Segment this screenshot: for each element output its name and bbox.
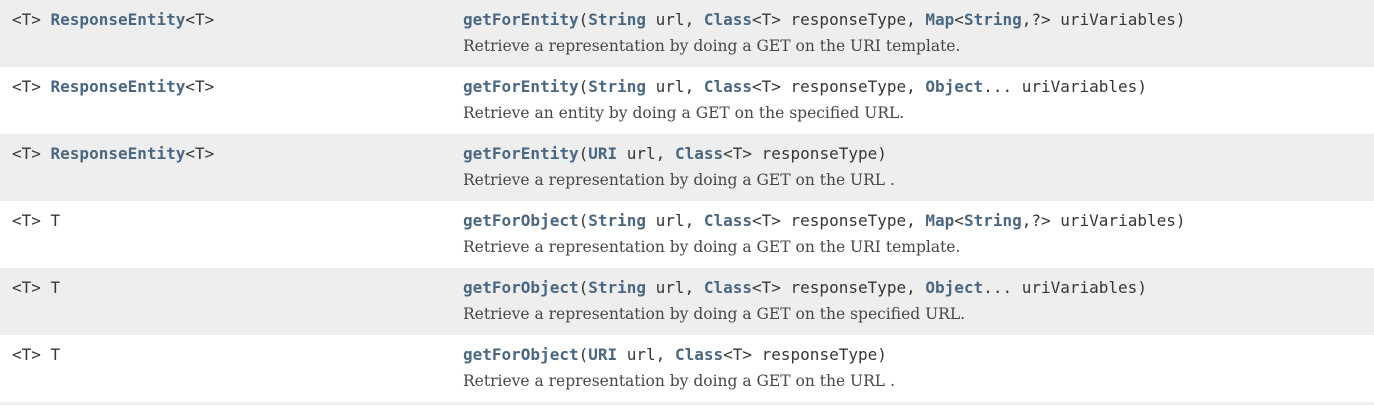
table-row: <T> ResponseEntity<T> getForEntity(String… — [0, 67, 1374, 134]
return-type-cell: <T> T — [0, 201, 463, 268]
method-name-link[interactable]: getForObject — [463, 278, 579, 297]
param-type-link[interactable]: Object — [925, 77, 983, 96]
param-type-link[interactable]: String — [588, 77, 646, 96]
return-type-prefix: <T> T — [12, 278, 61, 297]
return-type-cell: <T> ResponseEntity<T> — [0, 0, 463, 67]
method-description: Retrieve an entity by doing a GET on the… — [463, 104, 905, 122]
method-signature: getForObject(URI url, Class<T> responseT… — [463, 345, 1374, 365]
signature-text: url, — [646, 10, 704, 29]
method-cell: getForObject(String url, Class<T> respon… — [463, 201, 1374, 268]
param-type-link[interactable]: String — [964, 211, 1022, 230]
return-type-cell: <T> T — [0, 335, 463, 402]
param-type-link[interactable]: Map — [925, 10, 954, 29]
param-type-link[interactable]: String — [588, 10, 646, 29]
method-cell: getForEntity(String url, Class<T> respon… — [463, 67, 1374, 134]
signature-text: url, — [617, 345, 675, 364]
method-name-link[interactable]: getForObject — [463, 211, 579, 230]
param-type-link[interactable]: String — [588, 211, 646, 230]
signature-text: ,?> uriVariables) — [1021, 211, 1186, 230]
param-type-link[interactable]: Class — [704, 278, 752, 297]
method-name-link[interactable]: getForEntity — [463, 10, 579, 29]
signature-text: <T> responseType, — [752, 278, 926, 297]
return-type-prefix: <T> — [12, 77, 51, 96]
signature-text: ( — [578, 211, 589, 230]
signature-text: ( — [578, 144, 589, 163]
table-row: <T> T getForObject(String url, Class<T> r… — [0, 268, 1374, 335]
return-type-link[interactable]: ResponseEntity — [51, 77, 186, 96]
method-description: Retrieve a representation by doing a GET… — [463, 37, 961, 55]
return-type-prefix: <T> T — [12, 211, 61, 230]
param-type-link[interactable]: Class — [704, 10, 752, 29]
method-cell: getForEntity(String url, Class<T> respon… — [463, 0, 1374, 67]
param-type-link[interactable]: Class — [675, 345, 723, 364]
method-signature: getForEntity(URI url, Class<T> responseT… — [463, 144, 1374, 164]
method-cell: getForObject(URI url, Class<T> responseT… — [463, 335, 1374, 402]
param-type-link[interactable]: String — [964, 10, 1022, 29]
return-type-cell: <T> T — [0, 268, 463, 335]
param-type-link[interactable]: Object — [925, 278, 983, 297]
method-signature: getForEntity(String url, Class<T> respon… — [463, 10, 1374, 30]
param-type-link[interactable]: URI — [588, 345, 617, 364]
signature-text: <T> responseType, — [752, 10, 926, 29]
table-row: <T> ResponseEntity<T> getForEntity(URI ur… — [0, 134, 1374, 201]
signature-text: url, — [646, 211, 704, 230]
return-type-cell: <T> ResponseEntity<T> — [0, 67, 463, 134]
method-description: Retrieve a representation by doing a GET… — [463, 238, 961, 256]
return-type-prefix: <T> — [12, 10, 51, 29]
signature-text: <T> responseType) — [723, 144, 887, 163]
method-cell: getForEntity(URI url, Class<T> responseT… — [463, 134, 1374, 201]
signature-text: ( — [578, 278, 589, 297]
signature-text: < — [954, 10, 964, 29]
method-signature: getForEntity(String url, Class<T> respon… — [463, 77, 1374, 97]
table-row: <T> TgetForObject(String url, Class<T> r… — [0, 201, 1374, 268]
signature-text: url, — [617, 144, 675, 163]
return-type-prefix: <T> — [12, 144, 51, 163]
signature-text: ( — [578, 10, 589, 29]
signature-text: < — [954, 211, 964, 230]
return-type-link[interactable]: ResponseEntity — [51, 144, 186, 163]
signature-text: url, — [646, 278, 704, 297]
return-type-suffix: <T> — [185, 144, 215, 163]
method-summary-table: <T> ResponseEntity<T> getForEntity(String… — [0, 0, 1374, 402]
method-name-link[interactable]: getForObject — [463, 345, 579, 364]
return-type-prefix: <T> T — [12, 345, 61, 364]
method-signature: getForObject(String url, Class<T> respon… — [463, 211, 1374, 231]
signature-text: ( — [578, 77, 589, 96]
return-type-cell: <T> ResponseEntity<T> — [0, 134, 463, 201]
param-type-link[interactable]: Class — [704, 77, 752, 96]
param-type-link[interactable]: Class — [675, 144, 723, 163]
method-description: Retrieve a representation by doing a GET… — [463, 171, 895, 189]
method-cell: getForObject(String url, Class<T> respon… — [463, 268, 1374, 335]
param-type-link[interactable]: URI — [588, 144, 617, 163]
param-type-link[interactable]: Map — [925, 211, 954, 230]
return-type-suffix: <T> — [185, 10, 215, 29]
signature-text: ( — [578, 345, 589, 364]
method-description: Retrieve a representation by doing a GET… — [463, 372, 895, 390]
method-name-link[interactable]: getForEntity — [463, 77, 579, 96]
table-row: <T> ResponseEntity<T> getForEntity(String… — [0, 0, 1374, 67]
method-description: Retrieve a representation by doing a GET… — [463, 305, 966, 323]
return-type-link[interactable]: ResponseEntity — [51, 10, 186, 29]
signature-text: <T> responseType, — [752, 77, 926, 96]
signature-text: <T> responseType) — [723, 345, 887, 364]
method-name-link[interactable]: getForEntity — [463, 144, 579, 163]
param-type-link[interactable]: String — [588, 278, 646, 297]
signature-text: ... uriVariables) — [983, 77, 1147, 96]
table-row: <T> T getForObject(URI url, Class<T> resp… — [0, 335, 1374, 402]
signature-text: url, — [646, 77, 704, 96]
return-type-suffix: <T> — [185, 77, 215, 96]
param-type-link[interactable]: Class — [704, 211, 752, 230]
signature-text: ,?> uriVariables) — [1021, 10, 1186, 29]
signature-text: ... uriVariables) — [983, 278, 1147, 297]
method-signature: getForObject(String url, Class<T> respon… — [463, 278, 1374, 298]
signature-text: <T> responseType, — [752, 211, 926, 230]
